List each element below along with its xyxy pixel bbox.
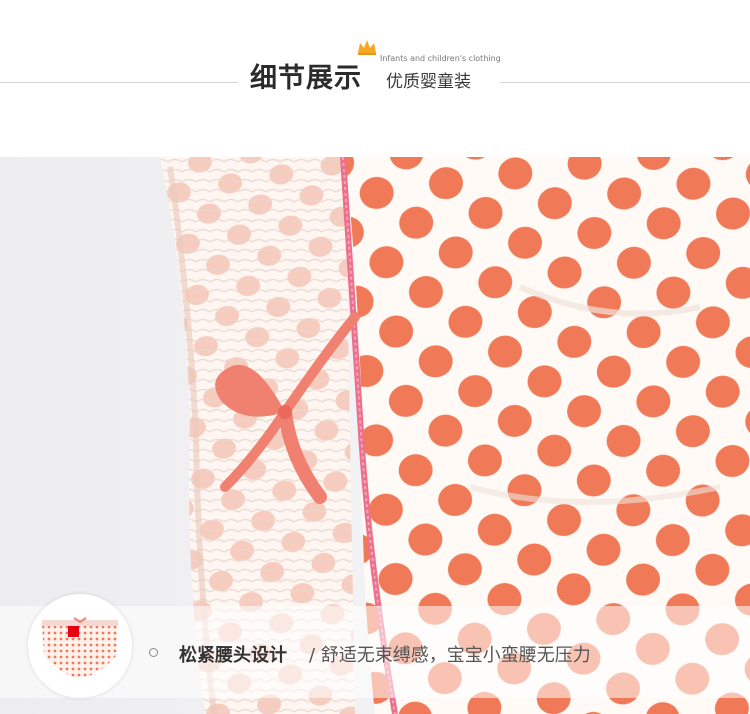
- section-subtitle-cn: 优质婴童装: [386, 72, 471, 92]
- header-divider-left: [0, 82, 238, 83]
- thumbnail-marker: [68, 626, 79, 637]
- section-title: 细节展示: [250, 63, 362, 94]
- feature-description: / 舒适无束缚感，宝宝小蛮腰无压力: [309, 641, 591, 667]
- caption-separator: /: [309, 645, 321, 666]
- product-thumbnail[interactable]: [28, 594, 132, 698]
- section-subtitle-en: Infants and children's clothing: [380, 54, 501, 63]
- crown-icon: [358, 40, 376, 55]
- header-divider-right: [500, 82, 750, 83]
- header-section: 细节展示 Infants and children's clothing 优质婴…: [0, 0, 750, 157]
- feature-label: 松紧腰头设计: [179, 645, 287, 666]
- caption-description: 舒适无束缚感，宝宝小蛮腰无压力: [320, 645, 591, 666]
- circle-bullet-icon: [149, 648, 158, 657]
- thumbnail-image: [42, 617, 118, 678]
